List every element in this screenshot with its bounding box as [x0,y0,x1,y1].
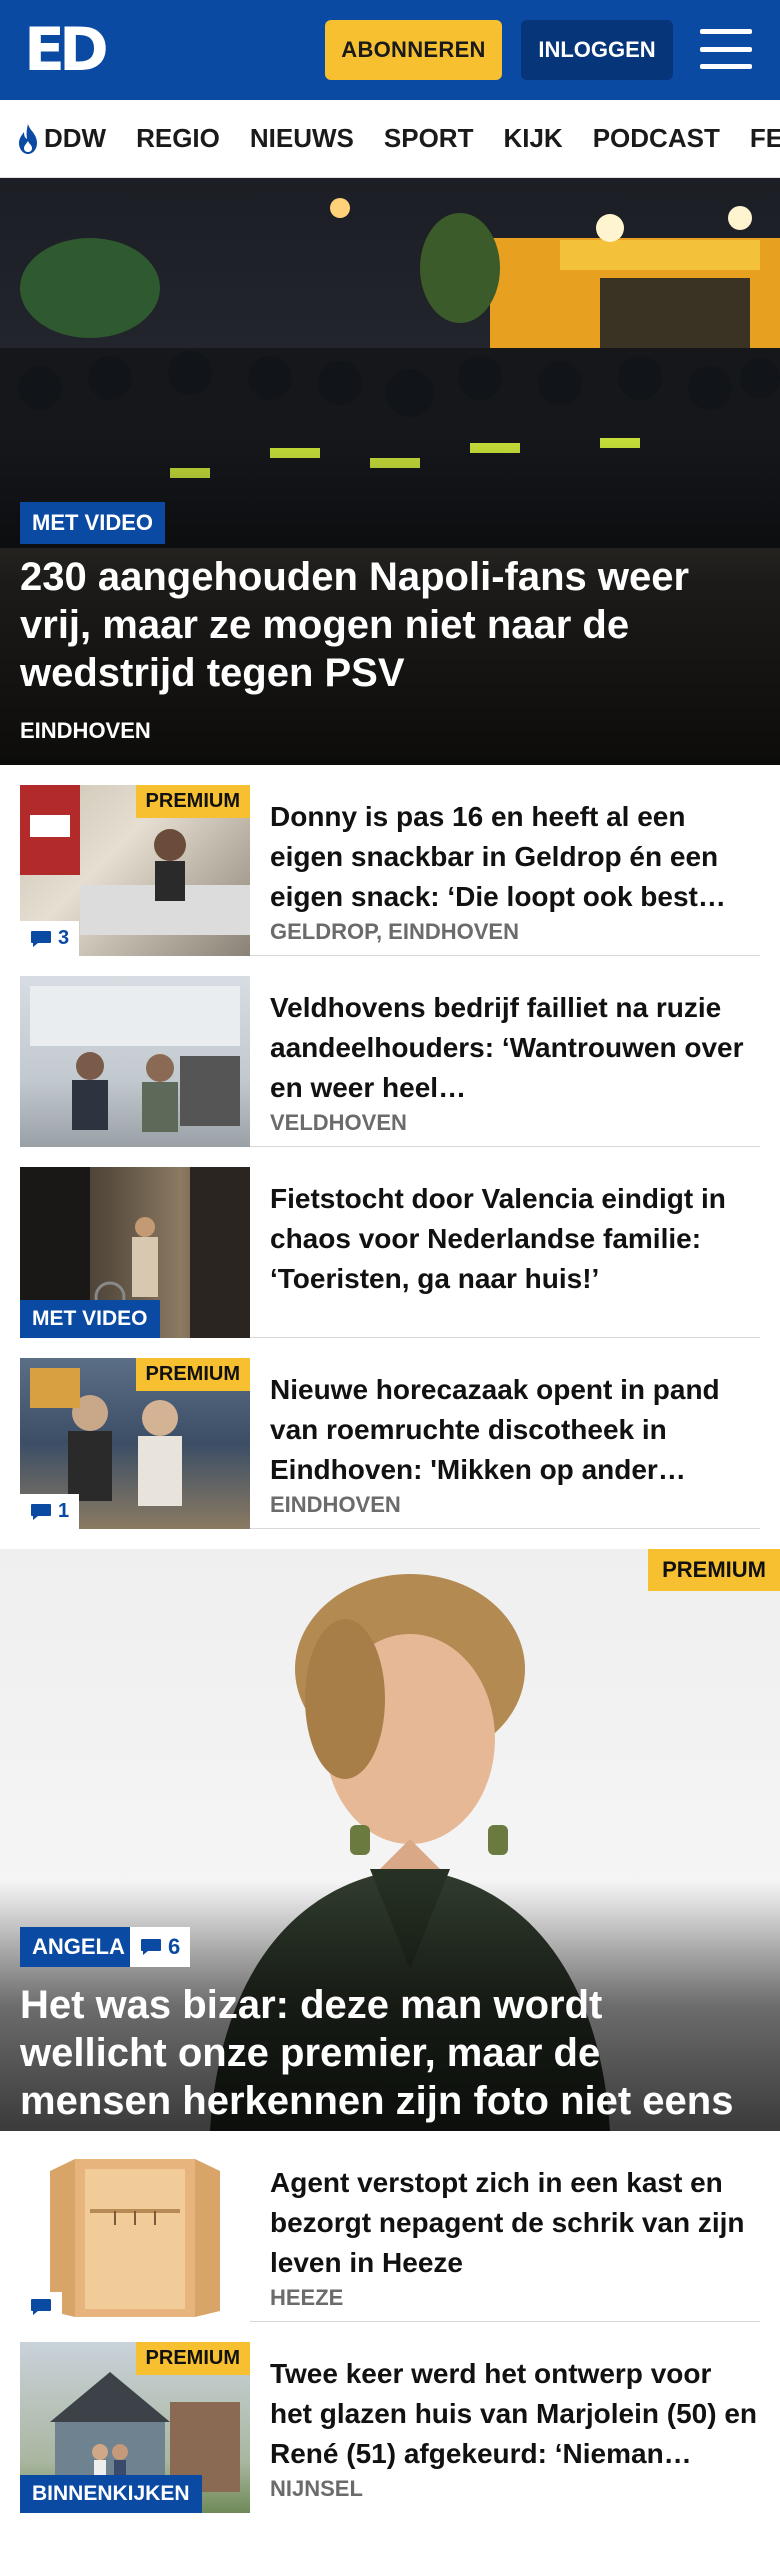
premium-badge: PREMIUM [648,1549,780,1591]
nav-label-ddw: DDW [44,123,107,153]
article-thumbnail: PREMIUM 1 [20,1358,250,1529]
comment-count-value: 6 [168,1934,181,1959]
hero-location: EINDHOVEN [20,718,151,743]
feature-article[interactable]: PREMIUM ANGELA 6 Het was bizar: deze man… [0,1549,780,2131]
premium-badge: PREMIUM [135,1358,250,1391]
article-thumbnail [20,2151,250,2322]
article-thumbnail: PREMIUM 3 [20,785,250,956]
article-location: EINDHOVEN [270,1492,401,1517]
article-title[interactable]: Veldhovens bedrijf failliet na ruzie aan… [270,988,760,1108]
comment-icon [141,1939,161,1955]
article-title[interactable]: Donny is pas 16 en heeft al een eigen sn… [270,797,760,917]
article-location: GELDROP, EINDHOVEN [270,919,519,944]
section-nav: DDW REGIO NIEUWS SPORT KIJK PODCAST FEB [0,100,780,178]
login-button[interactable]: INLOGGEN [521,20,673,80]
column-tag[interactable]: ANGELA [20,1927,137,1967]
premium-badge: PREMIUM [135,785,250,818]
hero-article[interactable]: MET VIDEO 230 aangehouden Napoli-fans we… [0,178,780,765]
article-thumbnail: PREMIUM BINNENKIJKEN [20,2342,250,2513]
comment-icon [31,1503,51,1520]
comment-count-value: 3 [58,927,70,949]
ed-logo[interactable]: ED [24,15,120,85]
article-title[interactable]: Fietstocht door Valencia eindigt in chao… [270,1179,760,1299]
article-thumbnail: MET VIDEO [20,1167,250,1338]
video-badge: MET VIDEO [20,502,166,544]
hero-headline[interactable]: 230 aangehouden Napoli-fans weer vrij, m… [20,553,740,697]
section-badge: BINNENKIJKEN [20,2475,202,2513]
comment-icon [31,930,51,947]
comment-count[interactable]: 1 [20,1494,80,1529]
flame-icon [19,123,37,154]
list-item[interactable]: Veldhovens bedrijf failliet na ruzie aan… [20,956,760,1147]
article-list: PREMIUM 3 Donny is pas 16 en heeft al ee… [0,765,780,1529]
premium-badge: PREMIUM [135,2342,250,2375]
comment-count[interactable]: 6 [130,1927,191,1967]
article-location: NIJNSEL [270,2476,363,2501]
list-item[interactable]: PREMIUM BINNENKIJKEN Twee keer werd het … [20,2322,760,2513]
list-item[interactable]: PREMIUM 1 Nieuwe horecazaak opent in pan… [20,1338,760,1529]
nav-item-sport[interactable]: SPORT [384,123,474,154]
article-thumbnail [20,976,250,1147]
article-title[interactable]: Nieuwe horecazaak opent in pand van roem… [270,1370,760,1490]
nav-item-feb[interactable]: FEB [750,123,780,154]
list-item[interactable]: Agent verstopt zich in een kast en bezor… [20,2131,760,2322]
article-title[interactable]: Agent verstopt zich in een kast en bezor… [270,2163,760,2283]
comment-count-value: 1 [58,1500,70,1522]
video-badge: MET VIDEO [20,1300,160,1338]
list-item[interactable]: MET VIDEO Fietstocht door Valencia eindi… [20,1147,760,1338]
article-location: VELDHOVEN [270,1110,407,1135]
nav-item-nieuws[interactable]: NIEUWS [250,123,354,154]
nav-item-regio[interactable]: REGIO [136,123,220,154]
comment-indicator[interactable] [20,2292,62,2322]
nav-item-kijk[interactable]: KIJK [503,123,562,154]
feature-headline[interactable]: Het was bizar: deze man wordt wellicht o… [20,1981,760,2125]
comment-count[interactable]: 3 [20,921,80,956]
subscribe-button[interactable]: ABONNEREN [325,20,502,80]
top-header: ED ABONNEREN INLOGGEN [0,0,780,100]
nav-item-ddw[interactable]: DDW [16,123,106,155]
article-list: Agent verstopt zich in een kast en bezor… [0,2131,780,2513]
nav-item-podcast[interactable]: PODCAST [593,123,720,154]
article-title[interactable]: Twee keer werd het ontwerp voor het glaz… [270,2354,760,2474]
list-item[interactable]: PREMIUM 3 Donny is pas 16 en heeft al ee… [20,765,760,956]
comment-icon [31,2299,51,2315]
hamburger-menu-icon[interactable] [700,25,752,73]
article-location: HEEZE [270,2285,344,2310]
logo-text: ED [24,15,109,85]
